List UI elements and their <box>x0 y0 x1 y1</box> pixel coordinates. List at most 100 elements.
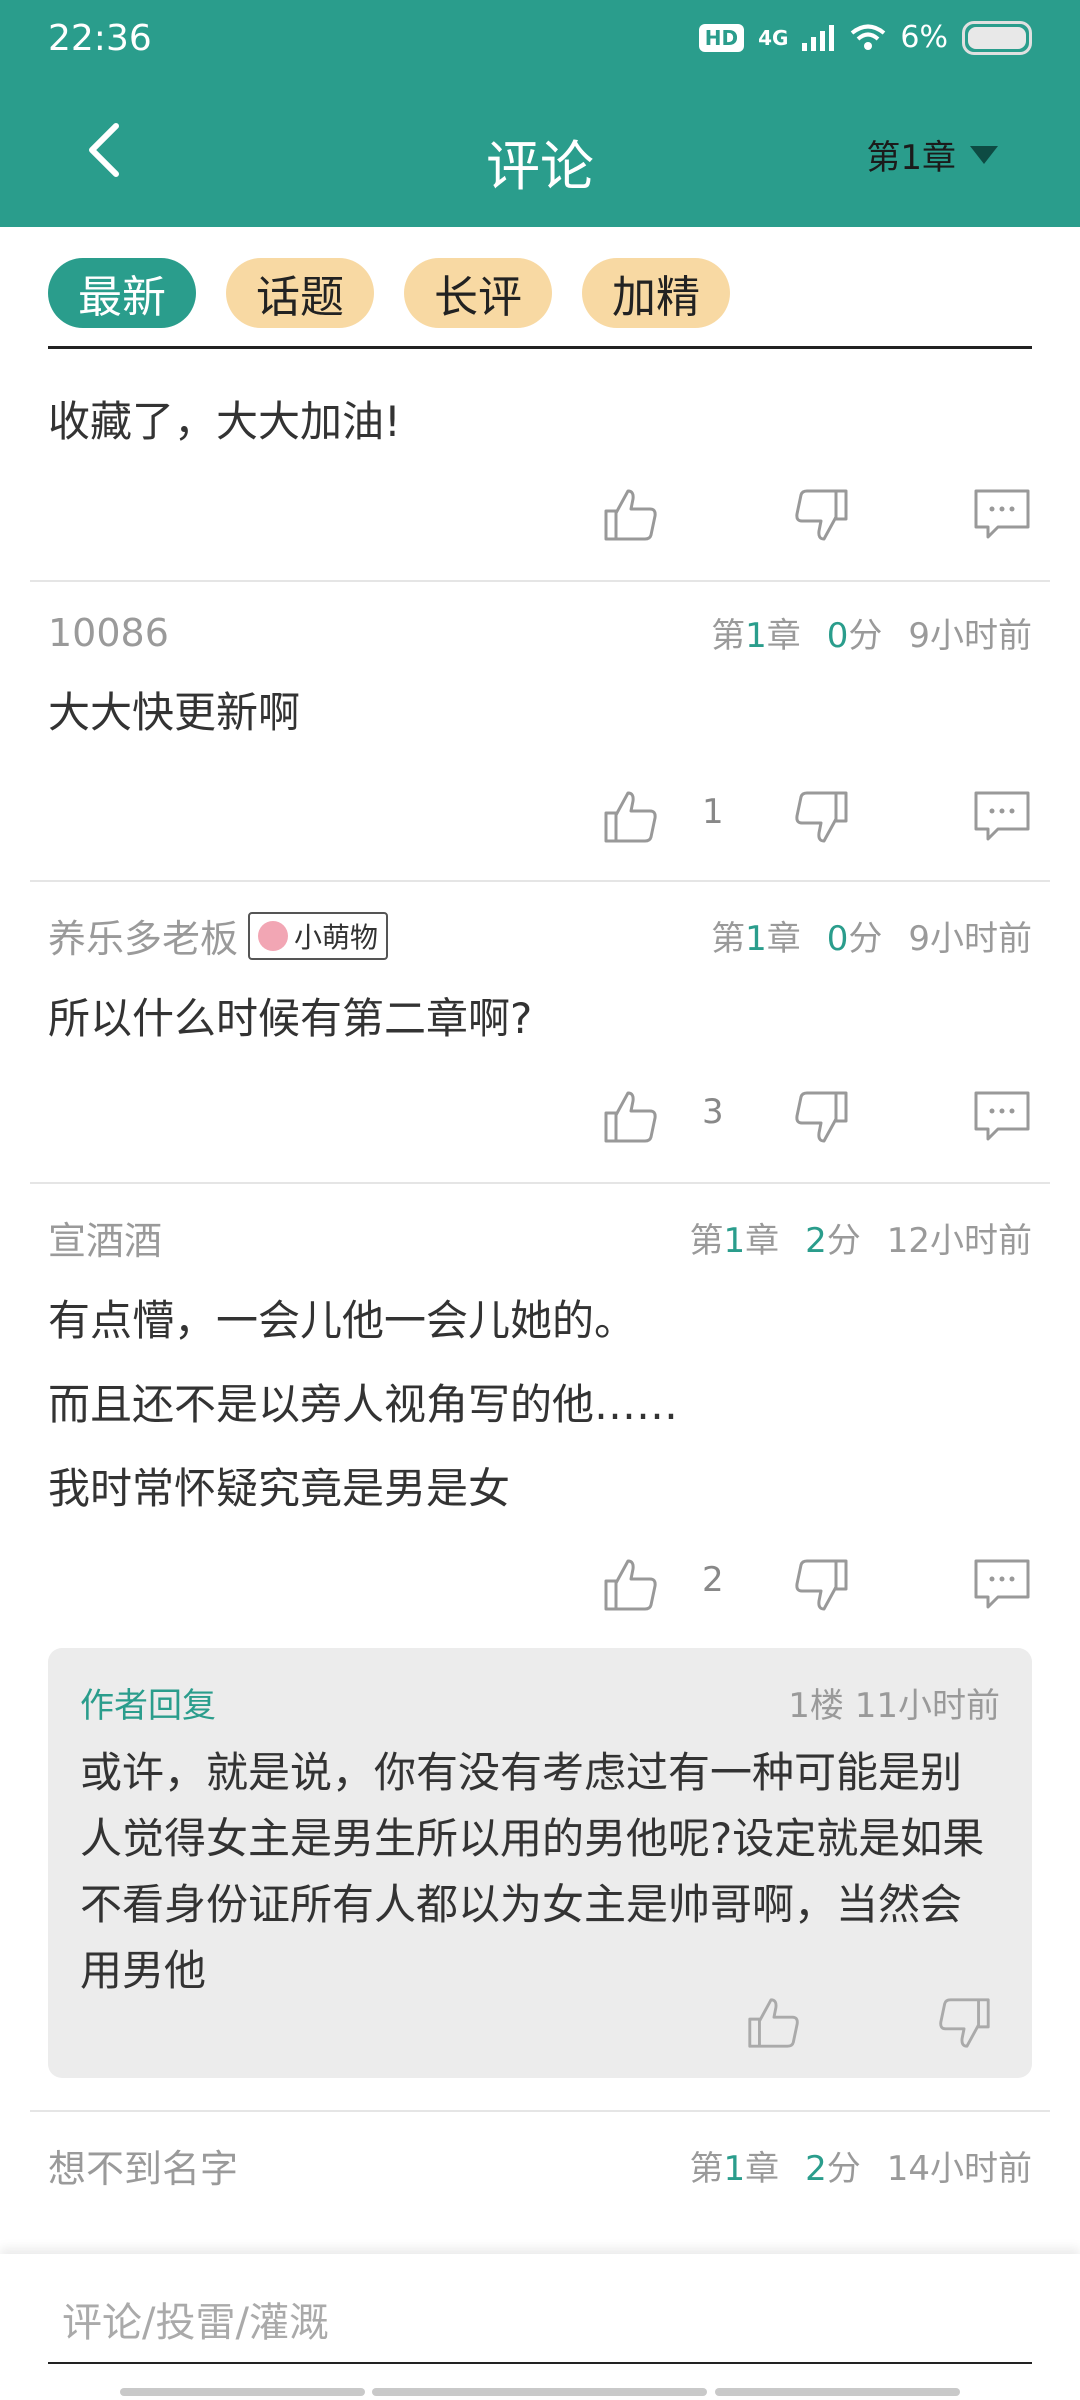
comment-item: 想不到名字 第1章 2分 14小时前 <box>48 2138 1032 2193</box>
comment-actions <box>48 480 1032 550</box>
status-time: 22:36 <box>48 18 152 59</box>
chapter-label: 第1章 <box>689 2149 780 2189</box>
battery-icon <box>962 20 1032 55</box>
tab-topics[interactable]: 话题 <box>226 258 374 328</box>
comment-time: 12小时前 <box>886 1221 1032 1261</box>
reply-floor: 1楼 <box>788 1686 844 1726</box>
reply-button[interactable] <box>972 480 1032 550</box>
like-button[interactable] <box>600 782 660 852</box>
reply-button[interactable] <box>972 782 1032 852</box>
hd-icon: HD <box>698 23 745 52</box>
like-count: 2 <box>702 1560 724 1600</box>
comment-username[interactable]: 宣酒酒 <box>48 1210 162 1265</box>
author-reply: 作者回复 1楼 11小时前 或许，就是说，你有没有考虑过有一种可能是别人觉得女主… <box>48 1648 1032 2078</box>
battery-percent: 6% <box>900 20 948 55</box>
thumbs-up-icon <box>604 1559 657 1611</box>
reply-button[interactable] <box>972 1550 1032 1620</box>
tabs-underline <box>48 346 1032 349</box>
comment-meta: 第1章 2分 12小时前 <box>689 1213 1032 1262</box>
chapter-selector-label: 第1章 <box>866 138 956 178</box>
badge-text: 小萌物 <box>294 920 379 954</box>
reply-bubble-icon <box>974 1091 1030 1141</box>
divider <box>30 1182 1050 1184</box>
like-button[interactable] <box>600 480 660 550</box>
reply-time: 11小时前 <box>854 1686 1000 1726</box>
comment-item: 收藏了，大大加油! <box>48 380 1032 464</box>
divider <box>30 2110 1050 2112</box>
wifi-icon <box>851 24 886 50</box>
comment-item: 宣酒酒 第1章 2分 12小时前 有点懵，一会儿他一会儿她的。 而且还不是以旁人… <box>48 1210 1032 1531</box>
username-text: 想不到名字 <box>48 2147 239 2191</box>
like-button[interactable] <box>600 1082 660 1152</box>
like-count: 3 <box>702 1092 724 1132</box>
thumbs-down-icon <box>795 489 848 541</box>
app-header: 22:36 HD 4G 6% 评论 第1章 <box>0 0 1080 227</box>
score-label: 0分 <box>826 616 883 656</box>
comment-text-line: 有点懵，一会儿他一会儿她的。 <box>48 1296 637 1345</box>
dislike-button[interactable] <box>792 480 852 550</box>
comment-time: 9小时前 <box>908 919 1032 959</box>
like-count: 1 <box>702 792 724 832</box>
comment-meta: 第1章 0分 9小时前 <box>711 608 1032 657</box>
thumbs-up-icon <box>748 1998 799 2048</box>
status-icons: HD 4G 6% <box>698 20 1032 55</box>
thumbs-up-icon <box>604 1091 657 1143</box>
scroll-indicator <box>120 2388 365 2396</box>
comment-input-bar <box>0 2254 1080 2400</box>
user-badge: 小萌物 <box>248 911 389 960</box>
dislike-button[interactable] <box>792 1550 852 1620</box>
thumbs-up-icon <box>604 489 657 541</box>
thumbs-down-icon <box>795 1559 848 1611</box>
comment-meta: 第1章 0分 9小时前 <box>711 911 1032 960</box>
chapter-label: 第1章 <box>689 1221 780 1261</box>
reply-like-button[interactable] <box>744 1994 802 2056</box>
comment-username[interactable]: 10086 <box>48 611 169 655</box>
username-text: 养乐多老板 <box>48 917 239 961</box>
network-icon: 4G <box>758 25 789 50</box>
comment-item: 10086 第1章 0分 9小时前 大大快更新啊 <box>48 608 1032 755</box>
comment-text-line: 我时常怀疑究竟是男是女 <box>48 1464 511 1513</box>
thumbs-down-icon <box>795 1091 848 1143</box>
scroll-indicator <box>715 2388 960 2396</box>
divider <box>30 580 1050 582</box>
reply-dislike-button[interactable] <box>936 1994 994 2056</box>
author-reply-label: 作者回复 <box>80 1686 216 1726</box>
dislike-button[interactable] <box>792 782 852 852</box>
reply-bubble-icon <box>974 791 1030 841</box>
dislike-button[interactable] <box>792 1082 852 1152</box>
author-reply-header: 作者回复 1楼 11小时前 <box>80 1678 1000 1727</box>
score-label: 2分 <box>805 2149 861 2189</box>
comment-text: 大大快更新啊 <box>48 688 301 737</box>
reply-bubble-icon <box>974 489 1030 539</box>
comment-text-line: 而且还不是以旁人视角写的他…… <box>48 1380 679 1429</box>
username-text: 10086 <box>48 610 169 655</box>
signal-icon <box>802 24 835 51</box>
reply-bubble-icon <box>974 1559 1030 1609</box>
like-button[interactable] <box>600 1550 660 1620</box>
tab-featured[interactable]: 加精 <box>582 258 730 328</box>
reply-button[interactable] <box>972 1082 1032 1152</box>
tab-latest[interactable]: 最新 <box>48 258 196 328</box>
score-label: 0分 <box>826 919 883 959</box>
thumbs-up-icon <box>604 791 657 843</box>
chapter-label: 第1章 <box>711 616 801 656</box>
comment-time: 14小时前 <box>886 2149 1032 2189</box>
divider <box>30 880 1050 882</box>
scroll-indicator <box>372 2388 707 2396</box>
author-reply-text: 或许，就是说，你有没有考虑过有一种可能是别人觉得女主是男生所以用的男他呢?设定就… <box>80 1748 985 1995</box>
comment-time: 9小时前 <box>908 616 1032 656</box>
comment-text: 收藏了，大大加油! <box>48 397 401 446</box>
filter-tabs: 最新 话题 长评 加精 <box>48 258 730 328</box>
comment-actions: 1 <box>48 782 1032 852</box>
chapter-selector[interactable]: 第1章 <box>866 130 998 179</box>
comment-input[interactable] <box>48 2284 1032 2364</box>
comment-actions: 3 <box>48 1082 1032 1152</box>
chapter-label: 第1章 <box>711 919 801 959</box>
comment-username[interactable]: 想不到名字 <box>48 2138 238 2193</box>
thumbs-down-icon <box>795 791 848 843</box>
author-reply-meta: 1楼 11小时前 <box>788 1678 1000 1727</box>
paw-icon <box>258 920 289 951</box>
comment-text: 所以什么时候有第二章啊? <box>48 994 533 1043</box>
comment-username[interactable]: 养乐多老板 小萌物 <box>48 908 389 963</box>
tab-long-reviews[interactable]: 长评 <box>404 258 552 328</box>
